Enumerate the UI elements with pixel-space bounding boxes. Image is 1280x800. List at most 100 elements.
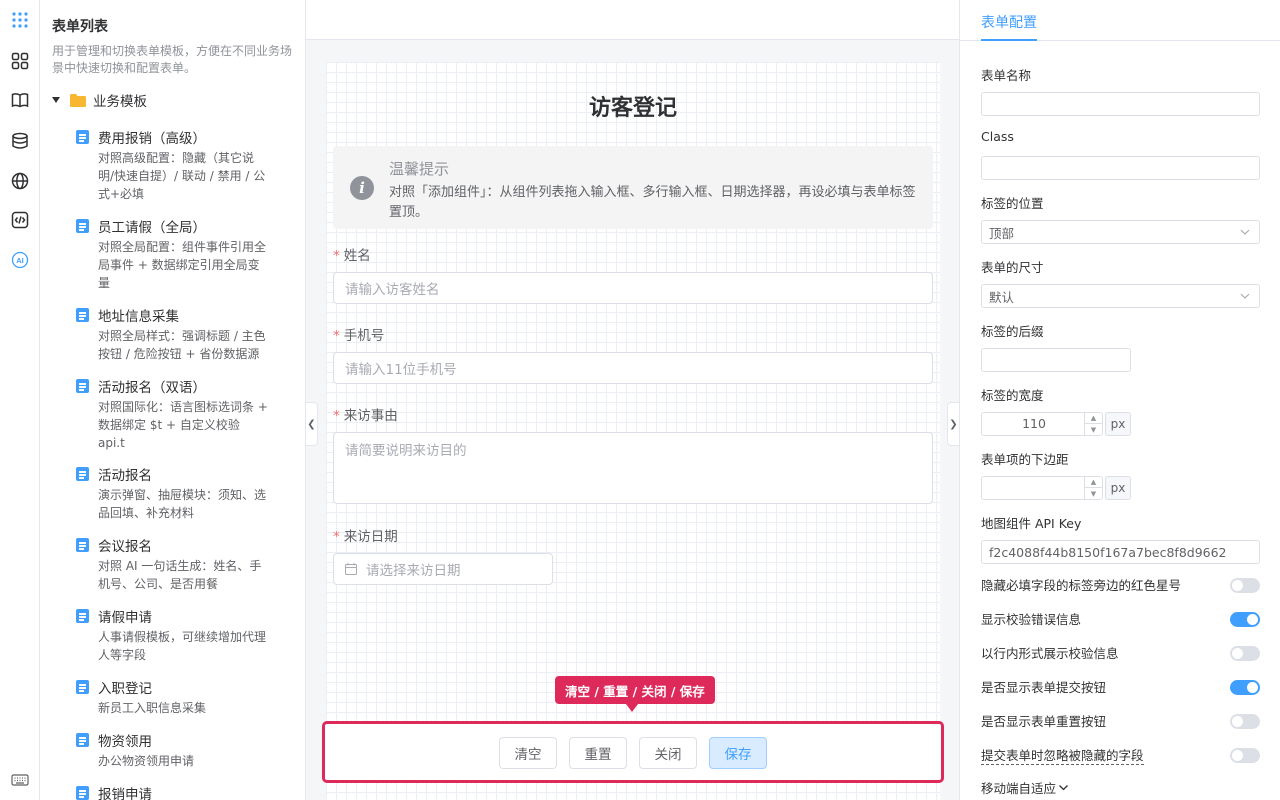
list-item-name: 报销申请 (98, 787, 152, 800)
list-item-name: 会议报名 (98, 539, 152, 555)
phone-input[interactable]: 请输入11位手机号 (333, 352, 933, 384)
folder-icon (70, 93, 86, 107)
tab-active-bar (981, 39, 1037, 41)
reset-button[interactable]: 重置 (569, 737, 627, 769)
hide-asterisk-switch[interactable] (1230, 578, 1260, 593)
switch-label: 是否显示表单提交按钮 (981, 680, 1107, 695)
list-item-desc: 办公物资领用申请 (98, 754, 195, 768)
label-position-label: 标签的位置 (981, 196, 1044, 211)
chevron-down-icon (1240, 293, 1250, 299)
document-icon (76, 219, 89, 233)
reason-textarea[interactable]: 请简要说明来访目的 (333, 432, 933, 504)
date-picker[interactable]: 请选择来访日期 (333, 553, 553, 585)
caret-down-icon[interactable] (52, 97, 60, 103)
field-label-name: * 姓名 (333, 248, 371, 264)
form-size-value: 默认 (989, 289, 1015, 305)
increase-arrow-icon[interactable]: ▲ (1084, 477, 1102, 488)
label-position-value: 顶部 (989, 225, 1015, 241)
switch-label: 隐藏必填字段的标签旁边的红色星号 (981, 578, 1182, 593)
keyboard-icon[interactable] (10, 770, 30, 790)
calendar-icon (345, 563, 357, 575)
show-reset-switch[interactable] (1230, 714, 1260, 729)
collapse-left-button[interactable]: ❮ (306, 402, 318, 446)
switch-label: 是否显示表单重置按钮 (981, 714, 1107, 729)
document-icon (76, 467, 89, 481)
form-size-label: 表单的尺寸 (981, 260, 1044, 275)
list-item-desc: 人事请假模板，可继续增加代理人等字段 (98, 630, 267, 662)
inline-message-switch[interactable] (1230, 646, 1260, 661)
components-icon[interactable] (10, 51, 30, 71)
class-input[interactable] (981, 156, 1260, 180)
switch-label: 显示校验错误信息 (981, 612, 1082, 627)
globe-icon[interactable] (10, 171, 30, 191)
tab-form-config[interactable]: 表单配置 (981, 12, 1037, 32)
document-icon (76, 538, 89, 552)
increase-arrow-icon[interactable]: ▲ (1084, 413, 1102, 424)
list-item-name: 地址信息采集 (98, 309, 179, 325)
field-label-reason: * 来访事由 (333, 408, 398, 424)
form-name-input[interactable] (981, 92, 1260, 116)
map-key-label: 地图组件 API Key (981, 516, 1082, 531)
label-width-unit: px (1105, 412, 1131, 436)
design-canvas: ❮ ❯ 访客登记 i 温馨提示 对照「添加组件」：从组件列表拖入输入框、多行输入… (306, 0, 959, 800)
chevron-right-icon: ❯ (949, 418, 958, 430)
required-mark: * (333, 408, 340, 424)
item-margin-stepper[interactable]: ▲ ▼ (981, 476, 1103, 500)
canvas-toolbar (306, 0, 959, 40)
document-icon (76, 786, 89, 800)
list-item-name: 入职登记 (98, 681, 152, 697)
name-input[interactable]: 请输入访客姓名 (333, 272, 933, 304)
highlight-tooltip: 清空 / 重置 / 关闭 / 保存 (555, 676, 715, 712)
field-label-date: * 来访日期 (333, 529, 398, 545)
label-position-select[interactable]: 顶部 (981, 220, 1260, 244)
show-submit-switch[interactable] (1230, 680, 1260, 695)
code-icon[interactable] (10, 210, 30, 230)
decrease-arrow-icon[interactable]: ▼ (1084, 424, 1102, 435)
document-icon (76, 733, 89, 747)
label-width-label: 标签的宽度 (981, 388, 1044, 403)
book-icon[interactable] (10, 90, 30, 110)
ai-icon[interactable]: AI (10, 250, 30, 270)
clear-button[interactable]: 清空 (499, 737, 557, 769)
list-item-name: 物资领用 (98, 734, 152, 750)
mobile-adapt-toggle[interactable]: 移动端自适应 (981, 778, 1069, 797)
config-panel: 表单配置 表单名称 Class 标签的位置 顶部 表单的尺寸 默认 标签的后缀 … (959, 0, 1280, 800)
form-list-description: 用于管理和切换表单模板，方便在不同业务场景中快速切换和配置表单。 (52, 44, 293, 75)
alert-box[interactable]: i 温馨提示 对照「添加组件」：从组件列表拖入输入框、多行输入框、日期选择器，再… (333, 146, 933, 229)
list-item-name: 费用报销（高级） (98, 131, 206, 147)
database-icon[interactable] (10, 131, 30, 151)
date-placeholder: 请选择来访日期 (366, 563, 461, 579)
chevron-left-icon: ❮ (307, 418, 316, 430)
close-button[interactable]: 关闭 (639, 737, 697, 769)
label-width-value: 110 (1022, 416, 1046, 431)
list-item-desc: 对照国际化：语言图标选词条 + 数据绑定 $t + 自定义校验 api.t (98, 400, 268, 450)
folder-business-templates[interactable]: 业务模板 (52, 90, 147, 110)
list-item-desc: 对照 AI 一句话生成：姓名、手机号、公司、是否用餐 (98, 559, 262, 591)
document-icon (76, 130, 89, 144)
svg-text:AI: AI (16, 256, 24, 265)
class-label: Class (981, 129, 1014, 144)
form-size-select[interactable]: 默认 (981, 284, 1260, 308)
label-suffix-input[interactable] (981, 348, 1131, 372)
document-icon (76, 308, 89, 322)
list-item-name: 活动报名 (98, 468, 152, 484)
list-item-desc: 对照全局样式：强调标题 / 主色按钮 / 危险按钮 + 省份数据源 (98, 329, 266, 361)
apps-icon[interactable] (10, 10, 30, 30)
required-mark: * (333, 328, 340, 344)
label-width-stepper[interactable]: 110 ▲ ▼ (981, 412, 1103, 436)
config-tabs: 表单配置 (960, 0, 1280, 41)
map-key-input[interactable]: f2c4088f44b8150f167a7bec8f8d9662 (981, 540, 1260, 564)
save-button[interactable]: 保存 (709, 737, 767, 769)
ignore-hidden-switch[interactable] (1230, 748, 1260, 763)
show-error-switch[interactable] (1230, 612, 1260, 627)
list-item-desc: 对照高级配置：隐藏（其它说明/快速自提）/ 联动 / 禁用 / 公式+必填 (98, 151, 266, 201)
collapse-right-button[interactable]: ❯ (947, 402, 959, 446)
item-margin-label: 表单项的下边距 (981, 452, 1069, 467)
list-item-name: 请假申请 (98, 610, 152, 626)
list-item-desc: 演示弹窗、抽屉模块：须知、选品回填、补充材料 (98, 488, 267, 520)
document-icon (76, 609, 89, 623)
list-item-name: 活动报名（双语） (98, 380, 206, 396)
decrease-arrow-icon[interactable]: ▼ (1084, 488, 1102, 499)
form-title[interactable]: 访客登记 (326, 90, 940, 122)
icon-rail: AI (0, 0, 40, 800)
